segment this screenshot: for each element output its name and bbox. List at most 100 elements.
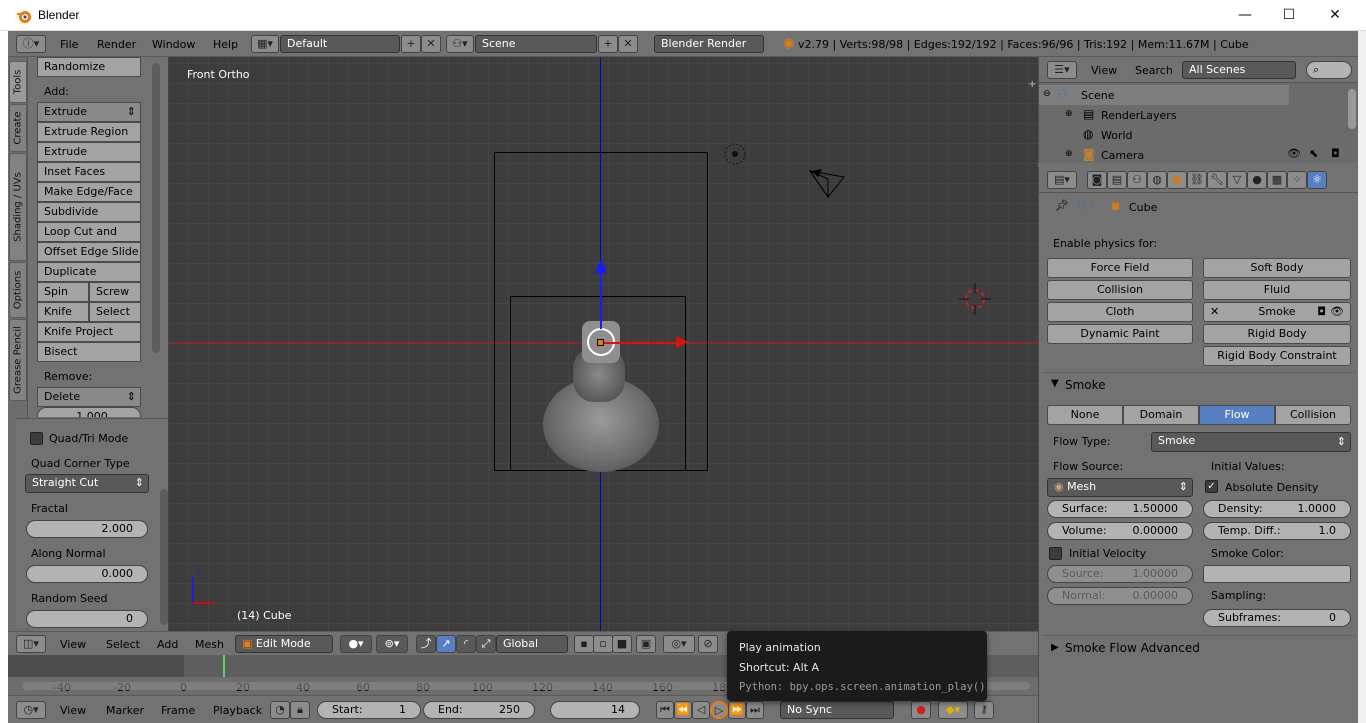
outliner-renderlayers-label[interactable]: RenderLayers: [1101, 109, 1177, 122]
camera-object-icon[interactable]: [808, 167, 848, 199]
tab-tools[interactable]: Tools: [9, 61, 27, 103]
particles-tab-icon[interactable]: ⁘: [1287, 171, 1307, 189]
smoke-type-domain[interactable]: Domain: [1123, 405, 1199, 425]
lock-icon[interactable]: 🔒︎: [290, 701, 310, 719]
dynamic-paint-button[interactable]: Dynamic Paint: [1047, 324, 1193, 344]
jump-keyframe-forward-icon[interactable]: ⏩: [728, 701, 746, 719]
collapse-panel-icon[interactable]: ▼: [1051, 378, 1059, 389]
manipulator-toggle-icon[interactable]: ⤴: [416, 635, 436, 653]
subframes-field[interactable]: Subframes: 0: [1203, 609, 1351, 627]
current-frame-marker[interactable]: [223, 655, 225, 677]
randomize-button[interactable]: Randomize: [37, 57, 141, 77]
material-tab-icon[interactable]: ●: [1247, 171, 1267, 189]
smoke-type-none[interactable]: None: [1047, 405, 1123, 425]
operator-scrollbar[interactable]: [160, 489, 168, 625]
tab-create[interactable]: Create: [9, 104, 27, 152]
flow-type-select[interactable]: Smoke ⇕: [1151, 432, 1351, 452]
x-arrow-head[interactable]: [676, 336, 688, 348]
origin-point[interactable]: [597, 339, 604, 346]
visibility-eye-icon[interactable]: 👁︎: [1287, 147, 1301, 160]
scene-tab-icon[interactable]: ⚇: [1127, 171, 1147, 189]
smoke-type-collision[interactable]: Collision: [1275, 405, 1351, 425]
outliner-row-scene[interactable]: [1039, 85, 1289, 105]
view3d-editor-icon[interactable]: ◫▾: [16, 635, 46, 653]
jump-keyframe-back-icon[interactable]: ⏪: [674, 701, 692, 719]
fluid-button[interactable]: Fluid: [1203, 280, 1351, 300]
knife-project-button[interactable]: Knife Project: [37, 322, 141, 342]
bisect-button[interactable]: Bisect: [37, 342, 141, 362]
preview-range-icon[interactable]: ◔: [270, 701, 290, 719]
render-camera-icon[interactable]: ◘: [1317, 303, 1326, 321]
collision-button[interactable]: Collision: [1047, 280, 1193, 300]
remove-scene-icon[interactable]: ✕: [618, 35, 638, 53]
selectable-cursor-icon[interactable]: ⬉: [1309, 147, 1318, 160]
timeline-view-menu[interactable]: View: [60, 704, 86, 717]
flow-source-select[interactable]: ◉ Mesh ⇕: [1047, 478, 1193, 497]
initial-velocity-checkbox[interactable]: [1049, 547, 1062, 560]
force-field-button[interactable]: Force Field: [1047, 258, 1193, 278]
outliner-editor-icon[interactable]: ☰▾: [1047, 61, 1077, 79]
eye-icon[interactable]: 👁︎: [1330, 303, 1344, 321]
physics-tab-icon[interactable]: ⚛: [1307, 171, 1327, 189]
z-manipulator-arrow[interactable]: [600, 267, 602, 329]
outliner-filter-select[interactable]: All Scenes: [1182, 61, 1296, 79]
expand-panel-icon[interactable]: ▶: [1051, 642, 1059, 653]
volume-field[interactable]: Volume: 0.00000: [1047, 522, 1193, 540]
extrude-individual-button[interactable]: Extrude Individual: [37, 142, 141, 176]
tool-shelf-scrollbar[interactable]: [152, 63, 160, 353]
along-normal-field[interactable]: 0.000: [26, 565, 148, 583]
soft-body-button[interactable]: Soft Body: [1203, 258, 1351, 278]
occlude-geometry-icon[interactable]: ▣: [636, 635, 656, 653]
cutoff-field[interactable]: 1.000: [37, 407, 141, 417]
rotate-manipulator-icon[interactable]: ◜: [456, 635, 476, 653]
fractal-field[interactable]: 2.000: [26, 520, 148, 538]
snap-icon[interactable]: ⊘: [698, 635, 718, 653]
knife-button[interactable]: Knife: [37, 302, 89, 322]
collapse-icon[interactable]: ⊖: [1043, 89, 1051, 99]
tab-grease-pencil[interactable]: Grease Pencil: [9, 319, 27, 401]
extrude-region-button[interactable]: Extrude Region: [37, 122, 141, 142]
edge-select-icon[interactable]: ▫: [593, 635, 613, 653]
proportional-edit-icon[interactable]: ◎▾: [663, 635, 695, 653]
select-menu[interactable]: Select: [106, 638, 140, 651]
smoke-color-swatch[interactable]: [1203, 565, 1351, 583]
mesh-menu[interactable]: Mesh: [195, 638, 224, 651]
render-engine-select[interactable]: Blender Render: [654, 35, 764, 53]
sync-select[interactable]: No Sync: [780, 701, 894, 719]
mode-select[interactable]: ▣ Edit Mode: [235, 635, 333, 653]
start-frame-field[interactable]: Start: 1: [317, 701, 421, 719]
viewport-add-icon[interactable]: +: [1028, 79, 1036, 90]
rigid-body-constraint-button[interactable]: Rigid Body Constraint: [1203, 346, 1351, 366]
outliner-world-label[interactable]: World: [1101, 129, 1133, 142]
smoke-flow-advanced-title[interactable]: Smoke Flow Advanced: [1065, 641, 1200, 655]
expand-icon[interactable]: ⊕: [1065, 149, 1073, 159]
menu-help[interactable]: Help: [213, 38, 238, 51]
quad-tri-checkbox[interactable]: [30, 432, 43, 445]
render-tab-icon[interactable]: ◙: [1087, 171, 1107, 189]
temp-diff-field[interactable]: Temp. Diff.: 1.0: [1203, 522, 1351, 540]
keying-icon[interactable]: ◆▾: [938, 701, 968, 719]
orientation-select[interactable]: Global: [496, 635, 568, 653]
loop-cut-slide-button[interactable]: Loop Cut and Slide: [37, 222, 141, 256]
outliner-search-input[interactable]: ⌕: [1306, 61, 1352, 79]
surface-field[interactable]: Surface: 1.50000: [1047, 500, 1193, 518]
info-editor-icon[interactable]: ⓘ▾: [16, 35, 46, 53]
add-scene-icon[interactable]: +: [598, 35, 618, 53]
modifiers-tab-icon[interactable]: 🔧︎: [1207, 171, 1227, 189]
cloth-button[interactable]: Cloth: [1047, 302, 1193, 322]
renderable-camera-icon[interactable]: ◘: [1331, 147, 1340, 160]
smoke-type-flow[interactable]: Flow: [1199, 405, 1275, 425]
add-menu[interactable]: Add: [157, 638, 178, 651]
window-scrollbar[interactable]: [1358, 31, 1366, 723]
extrude-dropdown[interactable]: Extrude ⇕: [37, 102, 141, 122]
frame-menu[interactable]: Frame: [161, 704, 195, 717]
minimize-button[interactable]: —: [1222, 0, 1268, 31]
z-arrow-head[interactable]: [595, 259, 607, 273]
texture-tab-icon[interactable]: ▩: [1267, 171, 1287, 189]
offset-edge-slide-button[interactable]: Offset Edge Slide: [37, 242, 141, 262]
vertex-select-icon[interactable]: ▪: [574, 635, 594, 653]
outliner-scrollbar[interactable]: [1348, 89, 1356, 129]
view-menu[interactable]: View: [60, 638, 86, 651]
menu-file[interactable]: File: [60, 38, 78, 51]
pivot-select[interactable]: ⊚▾: [376, 635, 408, 653]
